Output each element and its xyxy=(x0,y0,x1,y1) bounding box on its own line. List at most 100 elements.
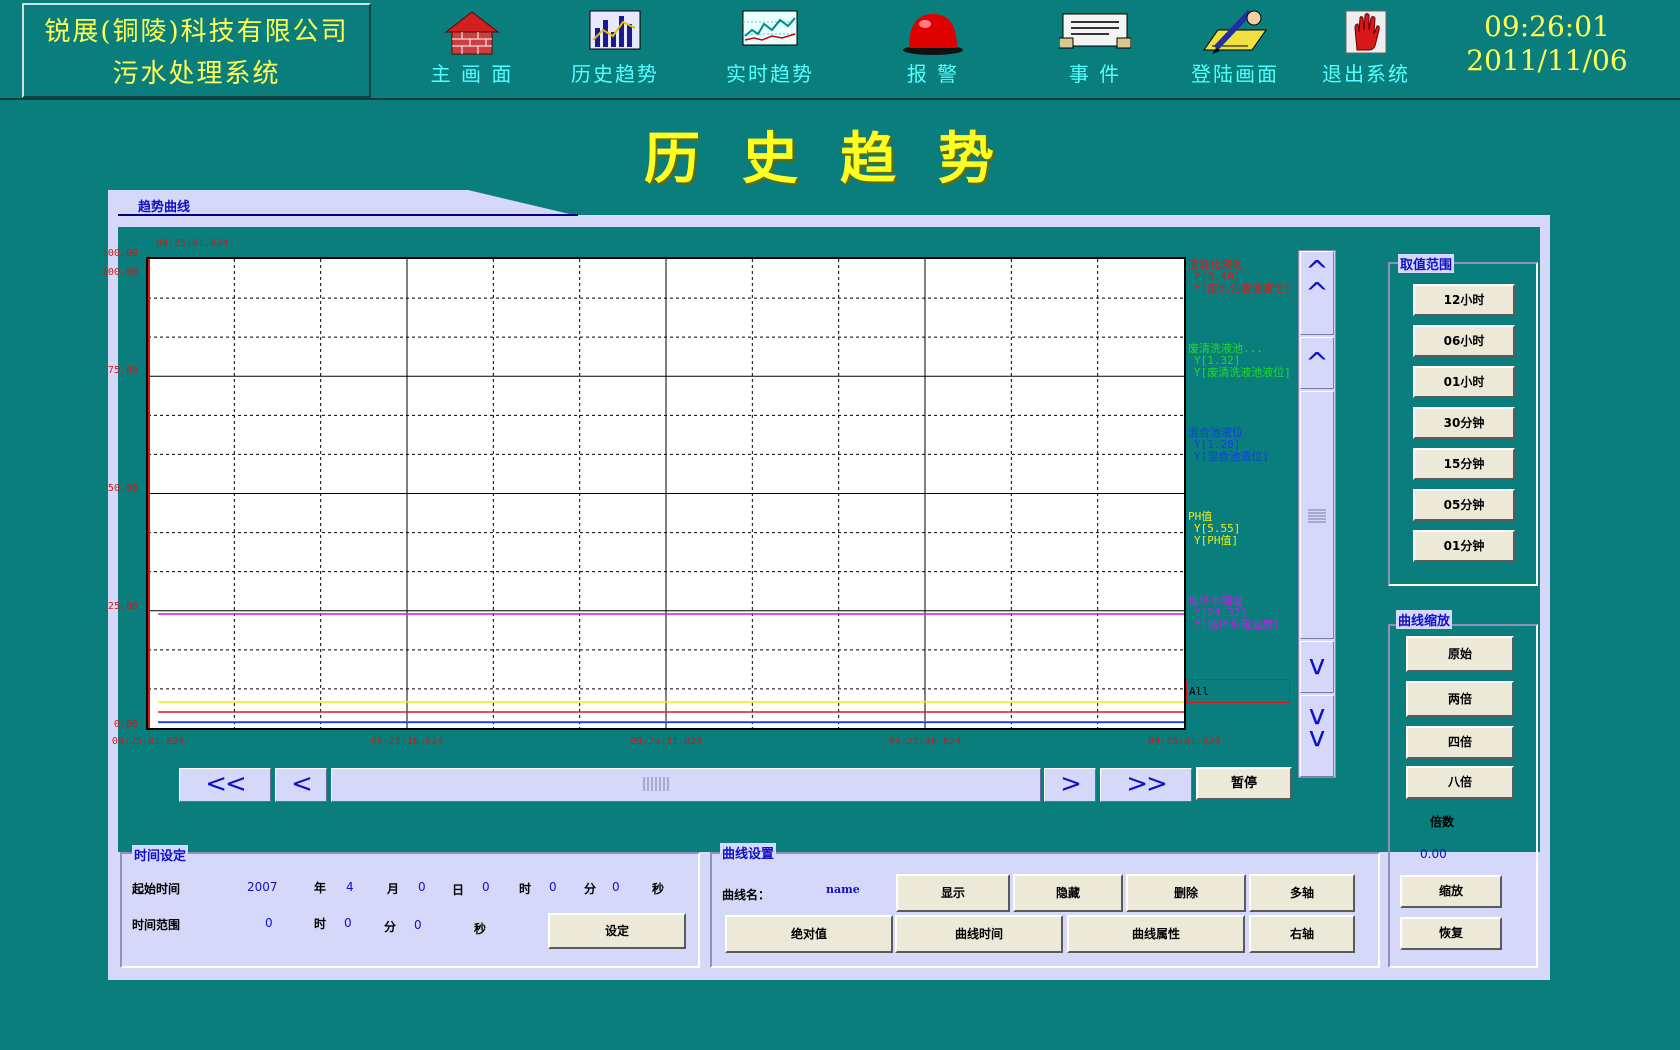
zoom-4x-button[interactable]: 四倍 xyxy=(1406,726,1514,759)
zoom-restore-button[interactable]: 恢复 xyxy=(1400,917,1502,950)
zoom-2x-button[interactable]: 两倍 xyxy=(1406,681,1514,717)
scroll-right-fast-button[interactable]: >> xyxy=(1100,768,1192,802)
absolute-value-button[interactable]: 绝对值 xyxy=(725,915,893,953)
start-month-value[interactable]: 4 xyxy=(346,880,354,894)
legend-entry[interactable]: 废乳化液池 Y[3.40] Y[废乳化液池液位] xyxy=(1188,259,1291,295)
zoom-original-button[interactable]: 原始 xyxy=(1406,636,1514,672)
y-tick-label: 25.00 xyxy=(107,601,138,612)
legend-series-tag: Y[废清洗液池液位] xyxy=(1194,366,1291,379)
double-chevron-up-icon: ^ ^ xyxy=(1305,254,1329,309)
show-curve-button[interactable]: 显示 xyxy=(896,874,1010,912)
range-minute-value[interactable]: 0 xyxy=(344,916,352,930)
start-day-value[interactable]: 0 xyxy=(418,880,426,894)
double-chevron-down-icon: vv xyxy=(1308,698,1326,753)
y-tick-label-top: 100.00 xyxy=(101,248,138,259)
double-chevron-left-icon: << xyxy=(205,769,247,799)
nav-history-trend[interactable]: 历史趋势 xyxy=(545,8,685,90)
curve-time-button[interactable]: 曲线时间 xyxy=(895,915,1063,953)
range-30min-button[interactable]: 30分钟 xyxy=(1413,407,1515,439)
trend-plot-svg xyxy=(148,259,1184,728)
range-hour-unit: 时 xyxy=(314,917,327,931)
zoom-8x-button[interactable]: 八倍 xyxy=(1406,766,1514,799)
vertical-scroller: ^ ^ ^ v vv xyxy=(1298,250,1336,778)
line-chart-icon xyxy=(742,10,798,46)
x-tick-label: 09:25:46.824 xyxy=(888,736,962,747)
year-unit: 年 xyxy=(314,881,327,895)
start-time-label: 起始时间 xyxy=(132,882,181,896)
scroll-right-button[interactable]: > xyxy=(1044,768,1096,802)
range-1min-button[interactable]: 01分钟 xyxy=(1413,530,1515,562)
y-tick-label: 75.00 xyxy=(107,365,138,376)
y-tick-label: 50.00 xyxy=(107,483,138,494)
month-unit: 月 xyxy=(387,882,400,896)
clock-date: 2011/11/06 xyxy=(1466,44,1628,77)
company-name: 锐展(铜陵)科技有限公司 xyxy=(44,17,349,47)
legend-entry[interactable]: 混合池液位 Y[1.20] Y[混合池液位] xyxy=(1188,427,1269,463)
trend-tab-label: 趋势曲线 xyxy=(138,200,191,215)
nav-realtime-trend[interactable]: 实时趋势 xyxy=(700,8,840,90)
scroll-left-button[interactable]: < xyxy=(275,768,327,802)
legend-series-tag: Y[PH值] xyxy=(1194,534,1239,547)
range-1h-button[interactable]: 01小时 xyxy=(1413,366,1515,398)
multi-axis-button[interactable]: 多轴 xyxy=(1249,874,1355,912)
nav-events[interactable]: 事 件 xyxy=(1025,8,1165,90)
right-axis-button[interactable]: 右轴 xyxy=(1249,915,1355,953)
scroll-grip-icon xyxy=(643,777,669,791)
range-12h-button[interactable]: 12小时 xyxy=(1413,284,1515,316)
hour-unit: 时 xyxy=(519,882,532,896)
legend-series-tag: Y[循环水箱温度] xyxy=(1194,618,1280,631)
start-hour-value[interactable]: 0 xyxy=(482,880,490,894)
legend-entry[interactable]: PH值 Y[5.55] Y[PH值] xyxy=(1188,511,1240,547)
legend-entry[interactable]: 循环水箱温 Y[24.32] Y[循环水箱温度] xyxy=(1188,595,1280,631)
nav-alarm[interactable]: 报 警 xyxy=(863,8,1003,90)
nav-label: 事 件 xyxy=(1068,62,1122,86)
chevron-left-icon: < xyxy=(291,769,313,799)
nav-login-screen[interactable]: 登陆画面 xyxy=(1165,8,1305,90)
nav-exit-system[interactable]: 退出系统 xyxy=(1296,8,1436,90)
start-year-value[interactable]: 2007 xyxy=(247,880,278,894)
scroll-down-fast-button[interactable]: vv xyxy=(1300,695,1334,777)
range-5min-button[interactable]: 05分钟 xyxy=(1413,489,1515,521)
nav-label: 退出系统 xyxy=(1322,62,1410,86)
range-6h-button[interactable]: 06小时 xyxy=(1413,325,1515,357)
curve-settings-title: 曲线设置 xyxy=(720,843,777,862)
house-icon xyxy=(444,11,500,55)
set-time-button[interactable]: 设定 xyxy=(548,913,686,949)
delete-curve-button[interactable]: 删除 xyxy=(1126,874,1246,912)
hide-curve-button[interactable]: 隐藏 xyxy=(1013,874,1123,912)
range-second-value[interactable]: 0 xyxy=(414,918,422,932)
all-series-selector[interactable]: All xyxy=(1186,679,1290,703)
curve-name-label: 曲线名： xyxy=(722,888,771,902)
curve-properties-button[interactable]: 曲线属性 xyxy=(1067,915,1245,953)
legend-entry[interactable]: 废清洗液池... Y[1.32] Y[废清洗液池液位] xyxy=(1188,343,1291,379)
time-range-label: 时间范围 xyxy=(132,918,181,932)
pause-button[interactable]: 暂停 xyxy=(1196,767,1292,800)
y-tick-label: 100.00 xyxy=(101,267,138,278)
scroll-up-button[interactable]: ^ xyxy=(1300,337,1334,389)
scroll-left-fast-button[interactable]: << xyxy=(179,768,271,802)
range-hour-value[interactable]: 0 xyxy=(265,916,273,930)
horizontal-scroll-track[interactable] xyxy=(331,768,1041,802)
x-tick-label: 09:25:31.824 xyxy=(629,736,703,747)
day-unit: 日 xyxy=(452,883,465,897)
nav-label: 实时趋势 xyxy=(726,62,814,86)
zoom-apply-button[interactable]: 缩放 xyxy=(1400,875,1502,908)
second-unit: 秒 xyxy=(652,882,665,896)
scroll-up-fast-button[interactable]: ^ ^ xyxy=(1300,251,1334,335)
trend-plot[interactable] xyxy=(146,257,1186,730)
start-second-value[interactable]: 0 xyxy=(612,880,620,894)
nav-main-screen[interactable]: 主 画 面 xyxy=(402,8,542,90)
start-minute-value[interactable]: 0 xyxy=(549,880,557,894)
scroll-down-button[interactable]: v xyxy=(1300,641,1334,693)
zoom-group-title: 曲线缩放 xyxy=(1396,610,1453,629)
nav-label: 登陆画面 xyxy=(1191,62,1279,86)
company-box: 锐展(铜陵)科技有限公司 污水处理系统 xyxy=(22,3,371,98)
clock-time: 09:26:01 xyxy=(1484,10,1610,43)
curve-name-value[interactable]: name xyxy=(826,883,860,896)
chevron-up-icon: ^ xyxy=(1305,346,1329,379)
stop-hand-icon xyxy=(1345,10,1387,54)
vertical-scroll-track[interactable] xyxy=(1300,391,1334,639)
legend-series-tag: Y[废乳化液池液位] xyxy=(1194,282,1291,295)
range-15min-button[interactable]: 15分钟 xyxy=(1413,448,1515,480)
nav-label: 主 画 面 xyxy=(430,62,514,86)
